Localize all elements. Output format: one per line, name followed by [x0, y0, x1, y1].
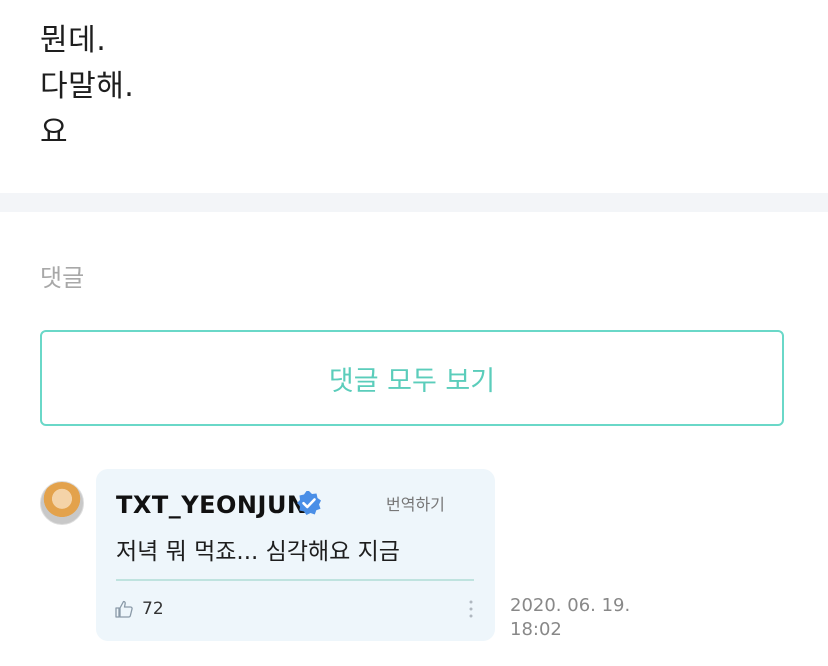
- post-line: 뭔데.: [40, 23, 107, 58]
- section-separator: [0, 193, 828, 212]
- comments-section-title: 댓글: [40, 264, 85, 292]
- comment-bubble: TXT_YEONJUN 번역하기 저녁 뭐 먹죠... 심각해요 지금 72: [96, 469, 495, 641]
- more-vertical-icon[interactable]: [468, 599, 474, 619]
- post-body: 뭔데. 다말해. 요: [40, 18, 134, 156]
- post-line: 요: [40, 115, 69, 150]
- comment-divider: [116, 579, 474, 581]
- translate-button[interactable]: 번역하기: [386, 491, 445, 515]
- post-line: 다말해.: [40, 69, 135, 104]
- comment-timestamp: 2020. 06. 19. 18:02: [510, 594, 670, 642]
- comment-date: 2020. 06. 19.: [510, 595, 631, 616]
- comment-author[interactable]: TXT_YEONJUN: [116, 491, 308, 519]
- like-button[interactable]: 72: [114, 599, 164, 619]
- comment-text: 저녁 뭐 먹죠... 심각해요 지금: [116, 539, 400, 565]
- verified-badge-icon: [297, 491, 321, 515]
- like-count: 72: [142, 599, 164, 619]
- thumbs-up-icon: [115, 600, 133, 618]
- comment-time: 18:02: [510, 619, 562, 640]
- view-all-comments-button[interactable]: 댓글 모두 보기: [40, 330, 784, 426]
- avatar[interactable]: [40, 481, 84, 525]
